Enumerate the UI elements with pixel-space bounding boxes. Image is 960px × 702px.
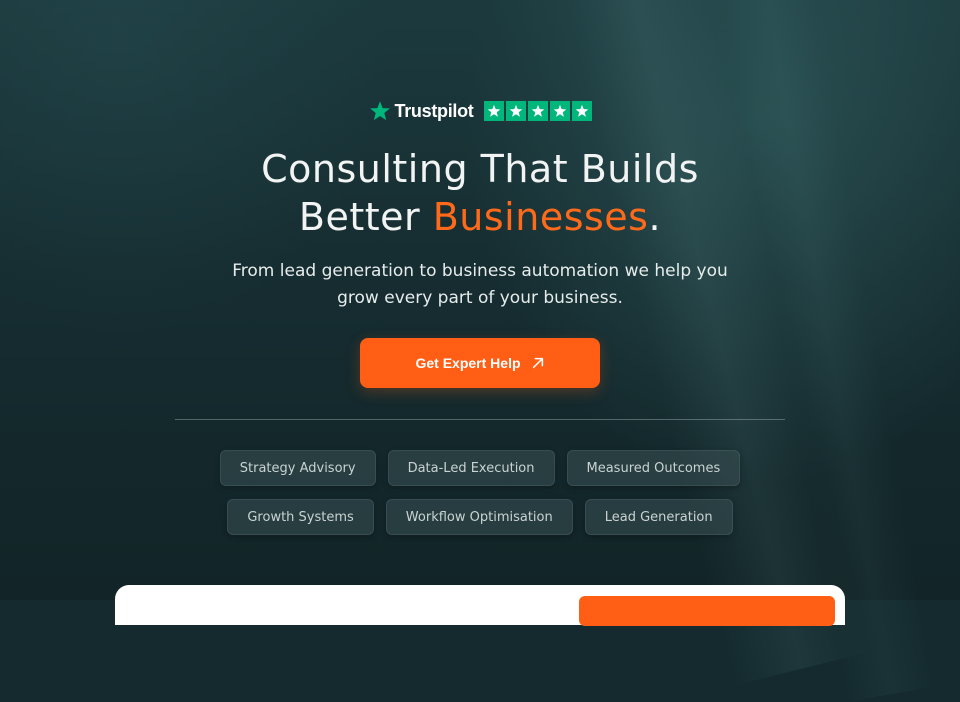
- title-accent-word: Businesses: [432, 195, 649, 239]
- bottom-card: [115, 585, 845, 626]
- tags-row-2: Growth Systems Workflow Optimisation Lea…: [0, 499, 960, 535]
- tag-data-led-execution: Data-Led Execution: [387, 450, 555, 486]
- hero-section: Trustpilot Consulting That Builds Better…: [0, 0, 960, 626]
- subtitle-line-2: grow every part of your business.: [337, 288, 623, 308]
- rating-star: [483, 101, 504, 121]
- tags-row-1: Strategy Advisory Data-Led Execution Mea…: [0, 450, 960, 486]
- tag-measured-outcomes: Measured Outcomes: [566, 450, 741, 486]
- subtitle-line-1: From lead generation to business automat…: [232, 261, 728, 281]
- trustpilot-rating: [483, 101, 592, 121]
- title-line-1: Consulting That Builds: [261, 147, 699, 191]
- star-icon: [369, 101, 390, 121]
- rating-star: [505, 101, 526, 121]
- arrow-up-right-icon: [532, 357, 543, 369]
- rating-star: [549, 101, 570, 121]
- bottom-card-button[interactable]: [579, 596, 835, 626]
- tag-workflow-optimisation: Workflow Optimisation: [385, 499, 573, 535]
- tag-growth-systems: Growth Systems: [227, 499, 374, 535]
- trustpilot-badge[interactable]: Trustpilot: [0, 100, 960, 122]
- star-icon: [487, 104, 500, 117]
- rating-star: [527, 101, 548, 121]
- star-icon: [553, 104, 566, 117]
- tag-lead-generation: Lead Generation: [584, 499, 733, 535]
- get-expert-help-button[interactable]: Get Expert Help: [360, 338, 600, 388]
- title-period: .: [648, 195, 662, 239]
- section-divider: [175, 419, 785, 420]
- hero-subtitle: From lead generation to business automat…: [180, 258, 780, 312]
- rating-star: [571, 101, 592, 121]
- tag-strategy-advisory: Strategy Advisory: [219, 450, 376, 486]
- cta-label: Get Expert Help: [415, 355, 521, 371]
- star-icon: [509, 104, 522, 117]
- trustpilot-logo: Trustpilot: [369, 100, 474, 122]
- trustpilot-name: Trustpilot: [394, 100, 474, 121]
- title-line-2-prefix: Better: [298, 195, 433, 239]
- star-icon: [531, 104, 544, 117]
- star-icon: [575, 104, 588, 117]
- hero-title: Consulting That Builds Better Businesses…: [0, 145, 960, 241]
